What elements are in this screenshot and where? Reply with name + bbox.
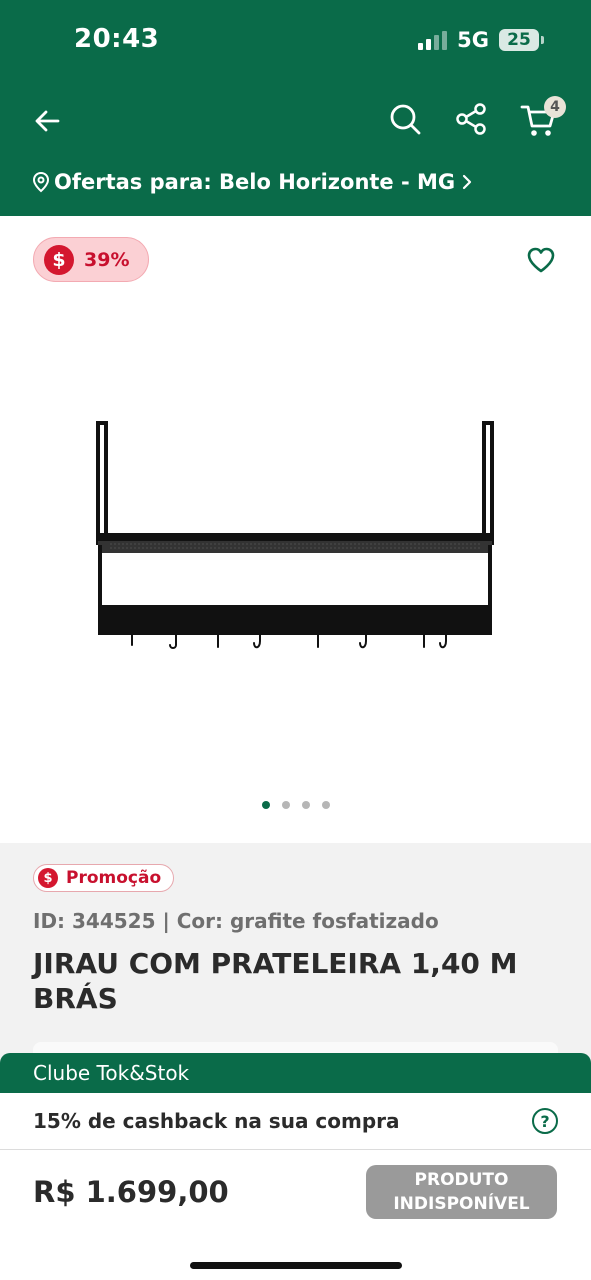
dollar-icon: $ (38, 868, 58, 888)
dollar-icon: $ (44, 244, 74, 275)
carousel-dot-3[interactable] (302, 801, 310, 809)
carousel-dot-2[interactable] (282, 801, 290, 809)
location-selector[interactable]: Ofertas para: Belo Horizonte - MG (32, 170, 475, 194)
back-arrow-icon (35, 110, 60, 132)
cart-button[interactable]: 4 (514, 96, 566, 142)
location-pin-icon (32, 171, 50, 193)
product-price: R$ 1.699,00 (33, 1175, 229, 1209)
carousel-dots[interactable] (262, 801, 330, 809)
signal-icon (418, 30, 448, 50)
network-type: 5G (457, 28, 489, 52)
carousel-dot-1[interactable] (262, 801, 270, 809)
search-icon (390, 104, 421, 135)
help-icon[interactable]: ? (532, 1108, 558, 1134)
clube-title: Clube Tok&Stok (33, 1061, 190, 1085)
product-title: JIRAU COM PRATELEIRA 1,40 M BRÁS (33, 947, 518, 1015)
status-indicators: 5G 25 (418, 28, 544, 52)
status-time: 20:43 (74, 24, 160, 54)
battery-icon: 25 (499, 29, 544, 51)
back-button[interactable] (26, 100, 68, 142)
product-image (96, 421, 494, 649)
cart-count-badge: 4 (544, 96, 566, 118)
product-id-color: ID: 344525 | Cor: grafite fosfatizado (33, 909, 439, 933)
promo-label: Promoção (66, 868, 162, 888)
location-text: Ofertas para: Belo Horizonte - MG (54, 170, 456, 194)
home-indicator[interactable] (190, 1262, 402, 1269)
battery-level: 25 (507, 30, 531, 50)
search-button[interactable] (384, 98, 426, 140)
share-button[interactable] (450, 98, 492, 140)
clube-header: Clube Tok&Stok (0, 1053, 591, 1093)
heart-icon (527, 247, 555, 273)
share-icon (456, 103, 486, 135)
discount-badge: $ 39% (33, 237, 149, 282)
cashback-text: 15% de cashback na sua compra (33, 1109, 400, 1133)
chevron-right-icon (463, 174, 472, 190)
discount-percent: 39% (84, 248, 130, 271)
promo-badge: $ Promoção (33, 864, 175, 892)
carousel-dot-4[interactable] (322, 801, 330, 809)
favorite-button[interactable] (523, 242, 559, 278)
app-header: 20:43 5G 25 4 Ofertas para: Belo Horizon… (0, 0, 591, 216)
cashback-row[interactable]: 15% de cashback na sua compra ? (0, 1093, 591, 1150)
unavailable-button[interactable]: PRODUTO INDISPONÍVEL (366, 1165, 557, 1219)
